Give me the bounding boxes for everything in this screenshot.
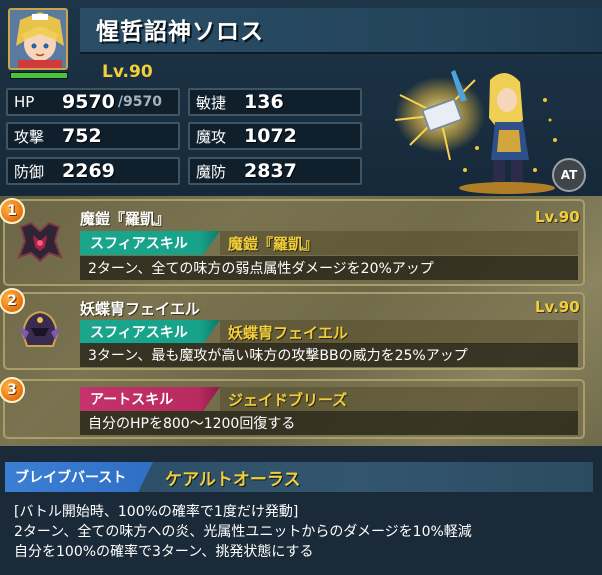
stat-hp: HP 9570 /9570 [6,88,180,116]
unit-sprite[interactable] [394,60,570,195]
sphere-skill-description-2: 3ターン、最も魔攻が高い味方の攻撃BBの威力を25%アップ [80,343,578,367]
sphere-row-1[interactable]: 1 魔鎧『羅凱』 Lv.90 スフィアスキル 魔鎧『羅凱』 2ターン、全ての味方… [0,198,585,286]
sphere-row-2[interactable]: 2 妖蝶冑フェイエル Lv.90 スフィアスキル 妖蝶冑フェイエル 3ターン、最… [0,288,585,370]
sphere-skill-tag-1: スフィアスキル [80,231,220,255]
stat-magic-defense: 魔防 2837 [188,157,362,185]
stat-agility: 敏捷 136 [188,88,362,116]
unit-level: Lv.90 [102,62,153,82]
stat-hp-value: 9570 [62,91,115,113]
stat-attack-value: 752 [62,125,102,147]
slot-number-badge-3: 3 [0,377,25,403]
art-skill-row[interactable]: 3 アートスキル ジェイドブリーズ 自分のHPを800～1200回復する [0,377,585,439]
stat-magic-attack: 魔攻 1072 [188,122,362,150]
sphere-level-2: Lv.90 [535,298,580,316]
stat-hp-max: /9570 [117,94,162,110]
stat-defense-value: 2269 [62,160,115,182]
at-icon[interactable]: AT [552,158,586,192]
sphere-skill-tag-2: スフィアスキル [80,320,220,344]
sphere-level-1: Lv.90 [535,208,580,226]
brave-burst-line-3: 自分を100%の確率で3ターン、挑発状態にする [14,544,314,560]
stat-attack: 攻撃 752 [6,122,180,150]
art-skill-name: ジェイドブリーズ [220,387,578,411]
stat-magic-defense-label: 魔防 [196,162,227,181]
sphere-name-2: 妖蝶冑フェイエル [80,300,200,318]
unit-avatar[interactable] [8,8,68,70]
brave-burst-header[interactable]: ブレイブバースト ケアルトオーラス [5,462,593,492]
sphere-skill-name-1: 魔鎧『羅凱』 [220,231,578,255]
stat-defense-label: 防御 [14,162,45,181]
helmet-sphere-icon [15,306,65,356]
stat-magic-attack-value: 1072 [244,125,297,147]
stat-attack-label: 攻撃 [14,127,45,146]
stat-agility-value: 136 [244,91,284,113]
brave-burst-tag: ブレイブバースト [5,462,153,492]
unit-name: 惺哲詔神ソロス [96,19,264,45]
armor-sphere-icon [15,217,65,267]
brave-burst-name: ケアルトオーラス [165,470,301,490]
brave-burst-line-2: 2ターン、全ての味方への炎、光属性ユニットからのダメージを10%軽減 [14,524,472,540]
sphere-skill-description-1: 2ターン、全ての味方の弱点属性ダメージを20%アップ [80,256,578,280]
stat-defense: 防御 2269 [6,157,180,185]
stat-hp-label: HP [14,93,35,111]
brave-burst-panel: ブレイブバースト ケアルトオーラス [バトル開始時、100%の確率で1度だけ発動… [0,446,602,575]
sphere-skill-name-2: 妖蝶冑フェイエル [220,320,578,344]
stat-agility-label: 敏捷 [196,93,227,112]
unit-header-panel: 惺哲詔神ソロス Lv.90 HP 9570 /9570 敏捷 136 攻撃 75… [0,0,602,196]
art-skill-tag: アートスキル [80,387,220,411]
brave-burst-line-1: [バトル開始時、100%の確率で1度だけ発動] [14,504,299,520]
unit-hp-bar [10,72,68,79]
unit-sprite-icon [394,70,557,194]
stat-magic-attack-label: 魔攻 [196,127,227,146]
stat-magic-defense-value: 2837 [244,160,297,182]
unit-hp-bar-fill [11,73,67,78]
art-skill-description: 自分のHPを800～1200回復する [80,411,578,435]
sphere-name-1: 魔鎧『羅凱』 [80,210,171,228]
sphere-skill-panel: 1 魔鎧『羅凱』 Lv.90 スフィアスキル 魔鎧『羅凱』 2ターン、全ての味方… [0,196,602,446]
unit-portrait-icon [10,10,66,68]
